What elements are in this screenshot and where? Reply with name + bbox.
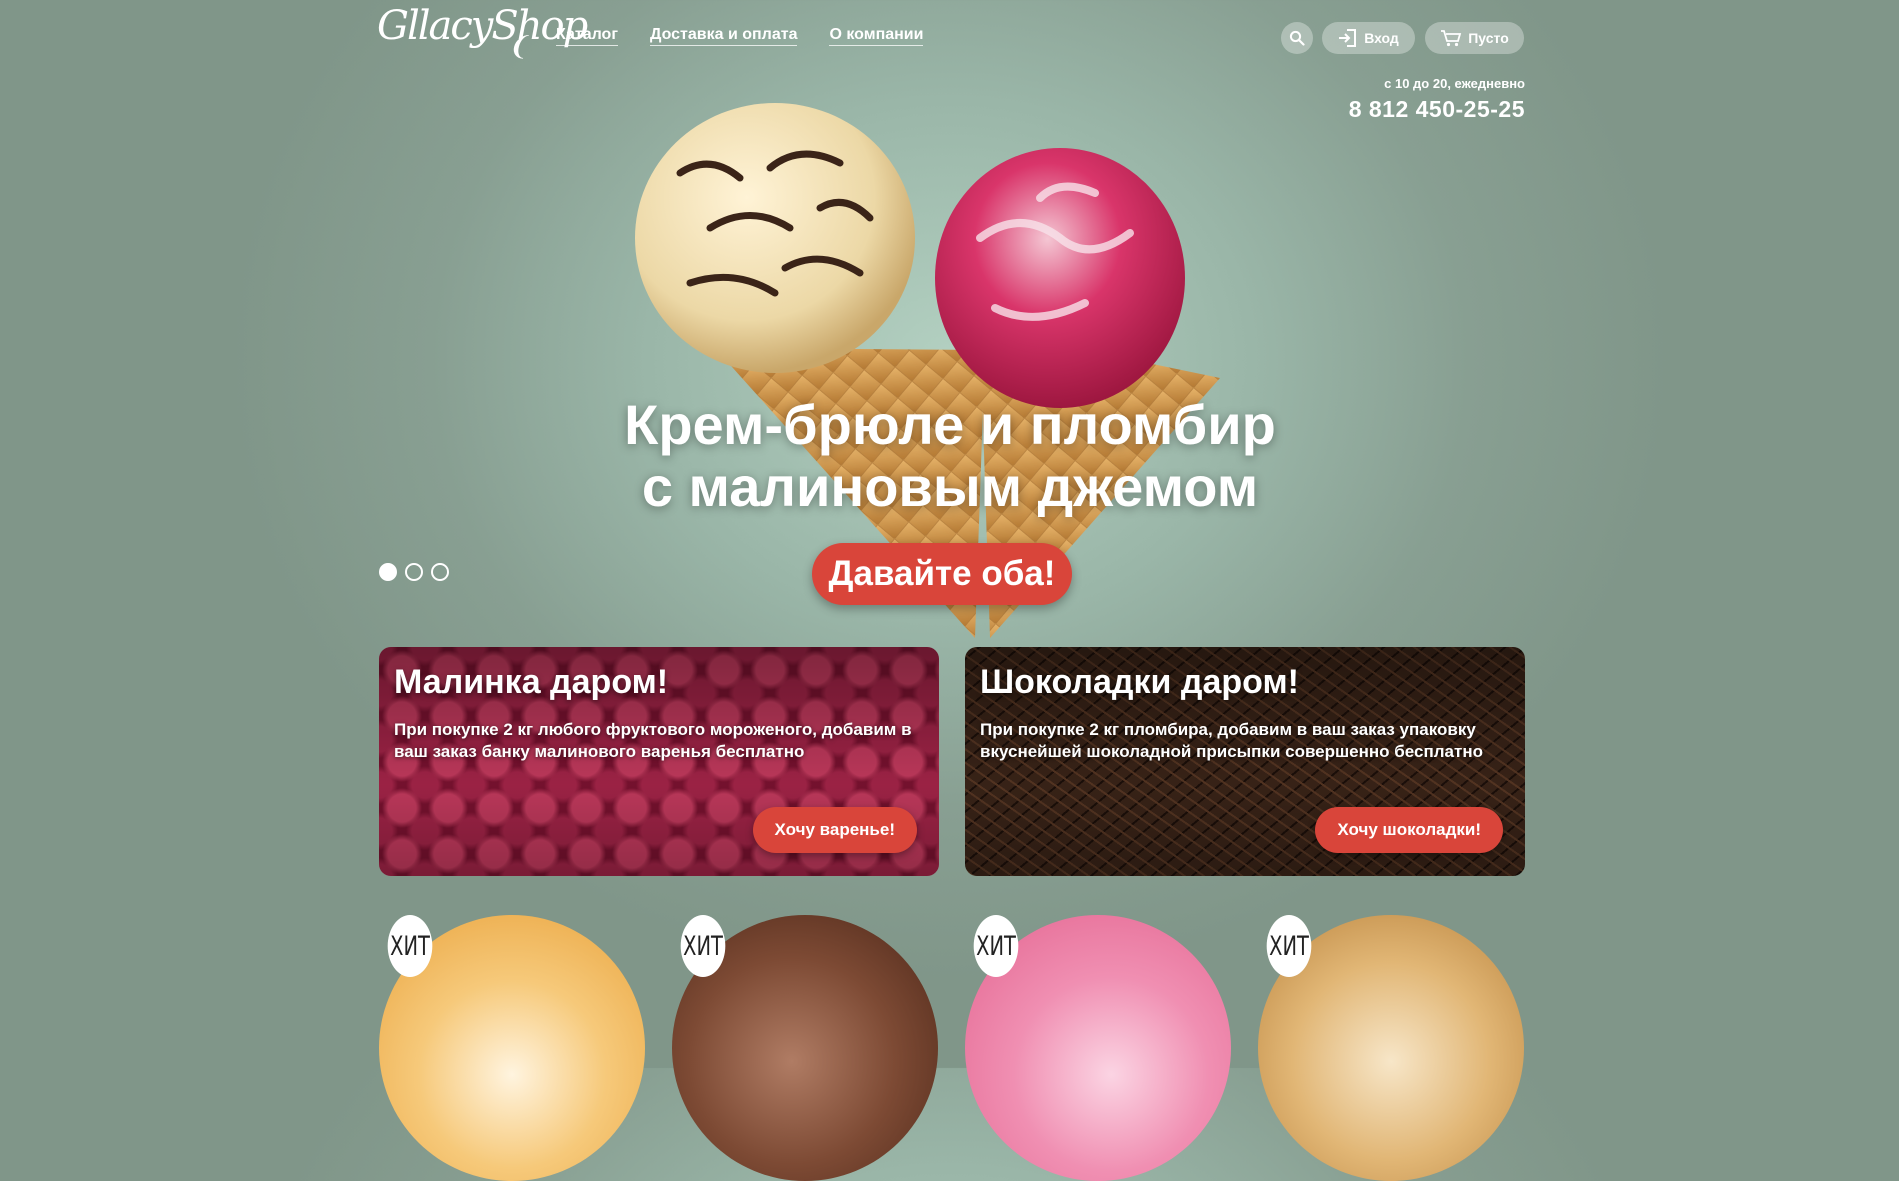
- promo-title: Шоколадки даром!: [980, 663, 1299, 701]
- login-label: Вход: [1364, 30, 1399, 46]
- logo-text: GllacyShop: [377, 3, 588, 49]
- promo-text: При покупке 2 кг любого фруктового морож…: [394, 720, 912, 761]
- hero-cta-button[interactable]: Давайте оба!: [812, 543, 1072, 605]
- nav-catalog[interactable]: Каталог: [556, 26, 618, 46]
- logo-flourish-icon: ❨: [507, 32, 529, 62]
- hit-badge: ХИТ: [1266, 915, 1312, 977]
- main-nav: Каталог Доставка и оплата О компании: [556, 26, 924, 46]
- promo-button-jam[interactable]: Хочу варенье!: [752, 807, 917, 853]
- hit-badge: ХИТ: [973, 915, 1019, 977]
- slider-dot-1[interactable]: [379, 563, 397, 581]
- hit-badge: ХИТ: [680, 915, 726, 977]
- promo-button-chocolate[interactable]: Хочу шоколадки!: [1315, 807, 1503, 853]
- product-card[interactable]: ХИТ: [379, 915, 645, 1181]
- nav-delivery[interactable]: Доставка и оплата: [649, 26, 798, 46]
- promo-title: Малинка даром!: [394, 663, 669, 701]
- logo[interactable]: GllacyShop ❨: [377, 3, 588, 60]
- working-hours: с 10 до 20, ежедневно: [1384, 76, 1525, 91]
- login-icon: [1339, 29, 1357, 47]
- promo-card-raspberry: Малинка даром! При покупке 2 кг любого ф…: [379, 647, 939, 876]
- phone-number[interactable]: 8 812 450-25-25: [1349, 96, 1525, 123]
- cart-icon: [1441, 30, 1462, 47]
- product-card[interactable]: ХИТ: [1258, 915, 1524, 1181]
- hit-badge: ХИТ: [387, 915, 433, 977]
- nav-about[interactable]: О компании: [829, 26, 924, 46]
- hero-title: Крем-брюле и пломбир с малиновым джемом: [450, 394, 1450, 518]
- slider-dot-3[interactable]: [431, 563, 449, 581]
- product-card[interactable]: ХИТ: [965, 915, 1231, 1181]
- promo-text: При покупке 2 кг пломбира, добавим в ваш…: [980, 720, 1483, 761]
- search-button[interactable]: [1281, 22, 1313, 54]
- hero-title-line2: с малиновым джемом: [641, 455, 1259, 518]
- slider-pagination: [379, 563, 449, 581]
- cart-label: Пусто: [1468, 30, 1509, 46]
- cart-button[interactable]: Пусто: [1425, 22, 1524, 54]
- slider-dot-2[interactable]: [405, 563, 423, 581]
- promo-card-chocolate: Шоколадки даром! При покупке 2 кг пломби…: [965, 647, 1525, 876]
- product-card[interactable]: ХИТ: [672, 915, 938, 1181]
- hero-title-line1: Крем-брюле и пломбир: [624, 393, 1276, 456]
- search-icon: [1289, 30, 1305, 46]
- login-button[interactable]: Вход: [1322, 22, 1415, 54]
